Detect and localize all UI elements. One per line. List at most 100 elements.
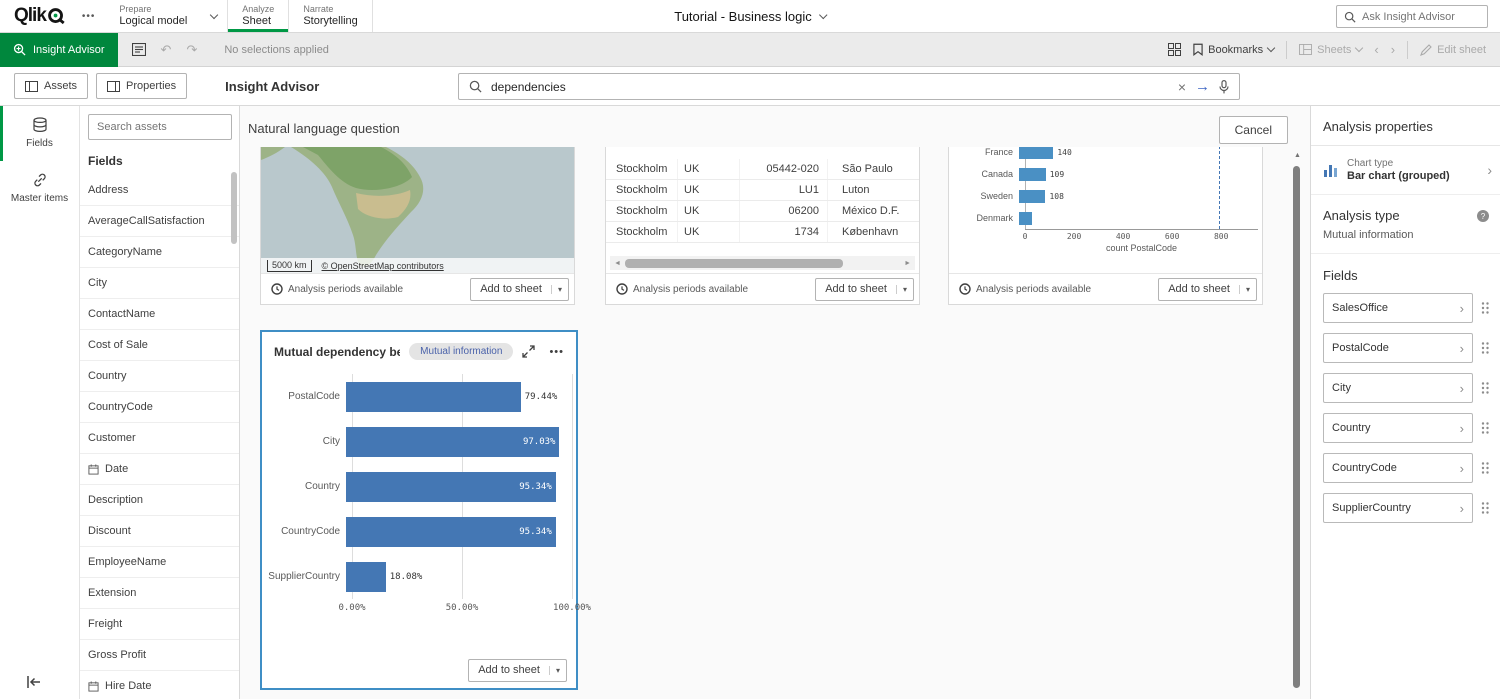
tab-analyze[interactable]: Analyze Sheet bbox=[228, 0, 288, 32]
field-chip-suppliercountry[interactable]: SupplierCountry› bbox=[1323, 493, 1473, 523]
field-chip-salesoffice[interactable]: SalesOffice› bbox=[1323, 293, 1473, 323]
field-chip-country[interactable]: Country› bbox=[1323, 413, 1473, 443]
fields-scrollbar[interactable] bbox=[231, 172, 237, 244]
drag-handle-icon[interactable] bbox=[1480, 301, 1490, 315]
bar[interactable] bbox=[1019, 190, 1045, 203]
mutual-dependency-chart: PostalCode79.44%City97.03%Country95.34%C… bbox=[262, 362, 576, 652]
field-chip-city[interactable]: City› bbox=[1323, 373, 1473, 403]
scroll-left-icon[interactable]: ◄ bbox=[610, 260, 625, 267]
bar[interactable] bbox=[1019, 212, 1032, 225]
selections-tool-icon[interactable] bbox=[132, 43, 146, 56]
submit-search-icon[interactable]: → bbox=[1195, 79, 1210, 94]
field-item-hire-date[interactable]: Hire Date bbox=[80, 671, 239, 699]
prepare-dropdown-button[interactable] bbox=[201, 0, 227, 32]
chart-menu-icon[interactable]: ••• bbox=[549, 346, 564, 358]
ask-insight-advisor-search[interactable] bbox=[1336, 5, 1488, 28]
field-item-averagecallsatisfaction[interactable]: AverageCallSatisfaction bbox=[80, 206, 239, 237]
bar[interactable] bbox=[346, 382, 521, 412]
qlik-logo[interactable]: Qlik bbox=[0, 0, 72, 32]
bookmarks-button[interactable]: Bookmarks bbox=[1193, 43, 1274, 56]
collapse-panel-icon[interactable] bbox=[26, 675, 42, 689]
add-to-sheet-button[interactable]: Add to sheet ▾ bbox=[815, 278, 914, 301]
clear-search-icon[interactable]: × bbox=[1178, 80, 1186, 94]
bar-track: 18.08% bbox=[346, 562, 566, 592]
tab-narrate-label: Storytelling bbox=[303, 15, 357, 28]
insight-search-input[interactable] bbox=[491, 80, 1169, 94]
add-to-sheet-button[interactable]: Add to sheet ▾ bbox=[470, 278, 569, 301]
tab-prepare[interactable]: Prepare Logical model bbox=[105, 0, 201, 32]
more-menu-icon[interactable]: ••• bbox=[72, 0, 106, 32]
previous-sheet-icon[interactable]: ‹ bbox=[1374, 43, 1378, 56]
scrollbar-thumb[interactable] bbox=[1293, 166, 1300, 688]
field-item-country[interactable]: Country bbox=[80, 361, 239, 392]
scrollbar-thumb[interactable] bbox=[625, 259, 843, 268]
map-attribution-link[interactable]: © OpenStreetMap contributors bbox=[322, 261, 444, 271]
field-item-description[interactable]: Description bbox=[80, 485, 239, 516]
result-card-bar-chart[interactable]: France140Canada109Sweden108Denmark 02004… bbox=[948, 147, 1263, 305]
result-card-map[interactable]: 5000 km © OpenStreetMap contributors Ana… bbox=[260, 147, 575, 305]
next-sheet-icon[interactable]: › bbox=[1391, 43, 1395, 56]
main-vertical-scrollbar[interactable]: ▲ bbox=[1293, 152, 1301, 693]
table-cell: UK bbox=[678, 222, 740, 242]
scroll-up-icon[interactable]: ▲ bbox=[1294, 152, 1301, 159]
bar[interactable] bbox=[1019, 147, 1053, 159]
add-to-sheet-label: Add to sheet bbox=[1159, 283, 1239, 295]
table-row[interactable]: StockholmUKLU1Luton bbox=[606, 180, 919, 201]
field-item-categoryname[interactable]: CategoryName bbox=[80, 237, 239, 268]
rail-item-fields[interactable]: Fields bbox=[0, 106, 79, 161]
chart-type-row[interactable]: Chart type Bar chart (grouped) › bbox=[1311, 146, 1500, 195]
drag-handle-icon[interactable] bbox=[1480, 501, 1490, 515]
microphone-icon[interactable] bbox=[1219, 80, 1229, 94]
scroll-right-icon[interactable]: ► bbox=[900, 260, 915, 267]
field-item-date[interactable]: Date bbox=[80, 454, 239, 485]
category-label: Country bbox=[262, 481, 346, 492]
field-item-gross-profit[interactable]: Gross Profit bbox=[80, 640, 239, 671]
chart-x-axis: 0.00%50.00%100.00% bbox=[352, 599, 572, 617]
search-assets-input[interactable] bbox=[88, 114, 232, 140]
field-item-city[interactable]: City bbox=[80, 268, 239, 299]
field-item-address[interactable]: Address bbox=[80, 175, 239, 206]
drag-handle-icon[interactable] bbox=[1480, 341, 1490, 355]
selected-result-card[interactable]: Mutual dependency bet... Mutual informat… bbox=[260, 330, 578, 690]
field-item-discount[interactable]: Discount bbox=[80, 516, 239, 547]
sheets-button[interactable]: Sheets bbox=[1299, 44, 1362, 56]
table-row[interactable]: StockholmUK06200México D.F. bbox=[606, 201, 919, 222]
map-chart[interactable]: 5000 km © OpenStreetMap contributors bbox=[261, 147, 574, 273]
table-horizontal-scrollbar[interactable]: ◄ ► bbox=[610, 256, 915, 270]
bar-value-label: 79.44% bbox=[525, 382, 558, 412]
grid-view-icon[interactable] bbox=[1168, 43, 1181, 56]
tab-narrate[interactable]: Narrate Storytelling bbox=[289, 0, 371, 32]
assets-button[interactable]: Assets bbox=[14, 73, 88, 99]
field-item-cost-of-sale[interactable]: Cost of Sale bbox=[80, 330, 239, 361]
field-item-customer[interactable]: Customer bbox=[80, 423, 239, 454]
edit-sheet-button[interactable]: Edit sheet bbox=[1420, 44, 1486, 56]
drag-handle-icon[interactable] bbox=[1480, 461, 1490, 475]
help-icon[interactable]: ? bbox=[1476, 209, 1490, 223]
expand-chart-icon[interactable] bbox=[522, 345, 535, 358]
properties-button[interactable]: Properties bbox=[96, 73, 187, 99]
bar[interactable] bbox=[1019, 168, 1046, 181]
field-item-freight[interactable]: Freight bbox=[80, 609, 239, 640]
insight-search-bar[interactable]: × → bbox=[458, 73, 1240, 100]
rail-item-master-items[interactable]: Master items bbox=[0, 161, 79, 216]
add-to-sheet-button[interactable]: Add to sheet ▾ bbox=[468, 659, 567, 682]
ask-insight-advisor-input[interactable] bbox=[1362, 11, 1472, 23]
insight-advisor-button[interactable]: Insight Advisor bbox=[0, 33, 118, 67]
add-to-sheet-button[interactable]: Add to sheet ▾ bbox=[1158, 278, 1257, 301]
result-card-table[interactable]: StockholmUK05442-020São PauloStockholmUK… bbox=[605, 147, 920, 305]
drag-handle-icon[interactable] bbox=[1480, 421, 1490, 435]
table-row[interactable]: StockholmUK05442-020São Paulo bbox=[606, 159, 919, 180]
drag-handle-icon[interactable] bbox=[1480, 381, 1490, 395]
bar[interactable] bbox=[346, 562, 386, 592]
field-chip-postalcode[interactable]: PostalCode› bbox=[1323, 333, 1473, 363]
step-forward-icon[interactable]: ↷ bbox=[186, 43, 197, 56]
field-chip-countrycode[interactable]: CountryCode› bbox=[1323, 453, 1473, 483]
field-item-employeename[interactable]: EmployeeName bbox=[80, 547, 239, 578]
field-item-extension[interactable]: Extension bbox=[80, 578, 239, 609]
step-back-icon[interactable]: ↶ bbox=[161, 43, 172, 56]
app-title-dropdown[interactable]: Tutorial - Business logic bbox=[674, 0, 826, 33]
field-item-contactname[interactable]: ContactName bbox=[80, 299, 239, 330]
field-item-countrycode[interactable]: CountryCode bbox=[80, 392, 239, 423]
cancel-button[interactable]: Cancel bbox=[1219, 116, 1288, 144]
table-row[interactable]: StockholmUK1734København bbox=[606, 222, 919, 243]
